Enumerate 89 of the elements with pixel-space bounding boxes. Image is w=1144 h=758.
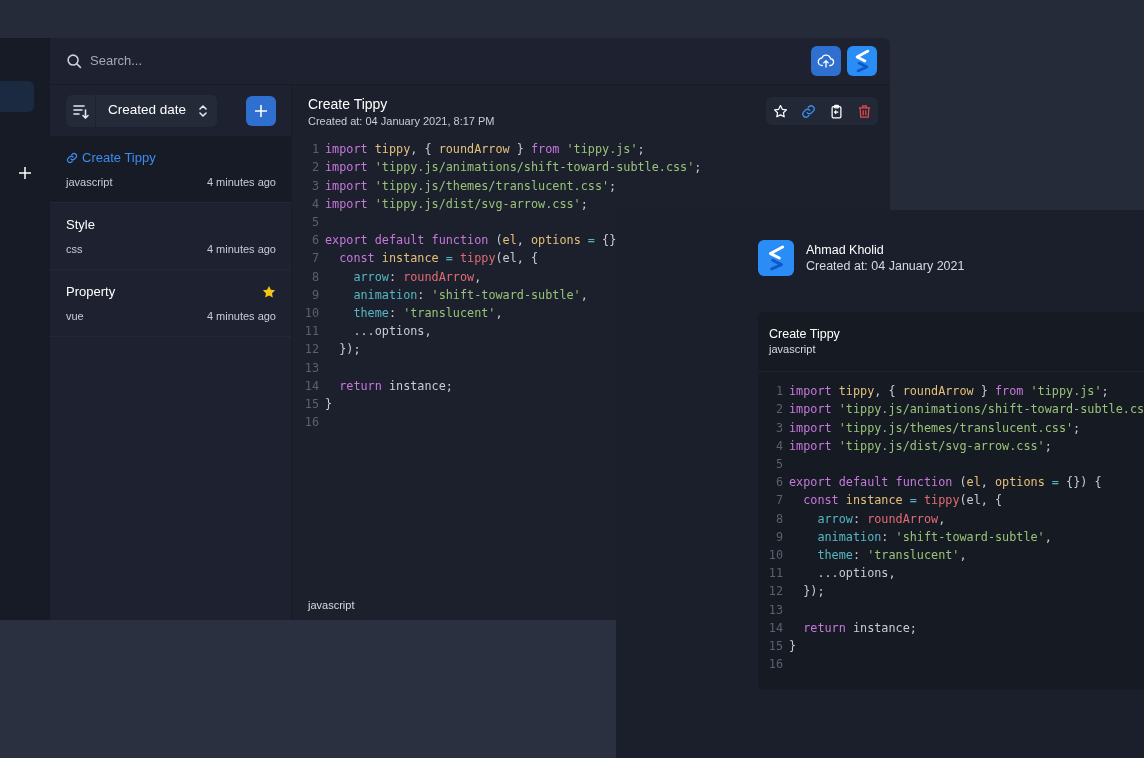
sort-descending-icon	[72, 102, 89, 119]
code-line: import tippy, { roundArrow } from 'tippy.js';	[789, 383, 1109, 401]
created-date: Created at: 04 January 2021	[806, 257, 965, 275]
clipboard-icon	[828, 103, 844, 119]
line-number: 9	[310, 286, 319, 304]
cloud-upload-icon	[817, 52, 835, 70]
line-number: 2	[774, 401, 783, 419]
code-line: arrow: roundArrow,	[816, 510, 946, 528]
line-number: 15	[304, 395, 319, 413]
author-name: Ahmad Kholid	[806, 241, 885, 258]
plus-icon	[19, 167, 31, 179]
line-number: 14	[768, 619, 783, 637]
star-icon	[772, 103, 788, 119]
line-number: 2	[310, 159, 319, 177]
code-line: ...options,	[352, 323, 432, 341]
line-number: 16	[304, 414, 319, 432]
line-number: 13	[304, 359, 319, 377]
line-number: 11	[304, 323, 319, 341]
code-line: theme: 'translucent',	[816, 546, 967, 564]
line-number: 1	[774, 383, 783, 401]
line-number: 8	[310, 268, 319, 286]
add-snippet-button[interactable]	[246, 95, 276, 126]
line-number: 1	[310, 141, 319, 159]
line-number: 6	[774, 474, 783, 492]
code-line: export default function (el, options = {}) {	[789, 474, 1102, 492]
app-logo-button[interactable]	[847, 46, 877, 76]
code-line: const instance = tippy(el, {	[338, 250, 539, 268]
line-number: 12	[768, 583, 783, 601]
time-label: 4 minutes ago	[206, 308, 276, 323]
code-line: ...options,	[816, 565, 896, 583]
line-number: 3	[310, 177, 319, 195]
line-number: 10	[768, 546, 783, 564]
time-label: 4 minutes ago	[206, 241, 276, 256]
language-label: javascript	[769, 342, 817, 356]
snippet-list-item[interactable]: Create Tippy javascript 4 minutes ago	[50, 136, 291, 203]
line-number: 9	[774, 528, 783, 546]
line-number: 4	[774, 437, 783, 455]
code-line: import 'tippy.js/themes/translucent.css';	[789, 419, 1081, 437]
language-label: javascript	[308, 597, 355, 613]
line-number: 16	[768, 656, 783, 674]
line-number: 8	[774, 510, 783, 528]
upload-button[interactable]	[811, 46, 841, 76]
line-number: 14	[304, 377, 319, 395]
line-number: 4	[310, 195, 319, 213]
code-line: const instance = tippy(el, {	[802, 492, 1003, 510]
created-date: Created at: 04 January 2021, 8:17 PM	[308, 114, 495, 129]
trash-icon	[856, 103, 872, 119]
code-line: animation: 'shift-toward-subtle',	[352, 286, 588, 304]
search-icon	[66, 52, 83, 70]
link-icon	[800, 103, 816, 119]
snippet-title: Style	[66, 216, 96, 233]
updown-caret-icon	[199, 103, 207, 118]
snippet-title: Create Tippy	[82, 149, 157, 166]
code-line: return instance;	[338, 377, 453, 395]
line-number: 11	[768, 565, 783, 583]
line-number: 15	[768, 637, 783, 655]
line-number: 7	[774, 492, 783, 510]
language-label: css	[66, 241, 84, 256]
language-label: javascript	[66, 174, 114, 189]
code-line: import 'tippy.js/dist/svg-arrow.css';	[325, 195, 588, 213]
line-number: 5	[774, 456, 783, 473]
code-line: animation: 'shift-toward-subtle',	[816, 528, 1052, 546]
time-label: 4 minutes ago	[206, 174, 276, 189]
snippet-title: Property	[66, 283, 117, 300]
line-number: 12	[304, 341, 319, 359]
code-line: });	[802, 583, 825, 601]
code-line: }	[789, 637, 797, 655]
code-line: import 'tippy.js/themes/translucent.css';	[325, 177, 617, 195]
snippet-title: Create Tippy	[308, 95, 389, 113]
line-number: 3	[774, 419, 783, 437]
code-line: export default function (el, options = {}	[325, 232, 617, 250]
line-number: 10	[304, 304, 319, 322]
code-line: import 'tippy.js/animations/shift-toward-subtle.cs	[789, 401, 1144, 419]
code-line: import 'tippy.js/dist/svg-arrow.css';	[789, 437, 1052, 455]
line-number: 13	[768, 601, 783, 619]
line-number: 6	[310, 232, 319, 250]
code-line: return instance;	[802, 619, 917, 637]
code-line: arrow: roundArrow,	[352, 268, 482, 286]
snippet-title: Create Tippy	[769, 326, 841, 342]
search-field[interactable]: Search...	[90, 51, 290, 71]
code-line: theme: 'translucent',	[352, 304, 503, 322]
code-line: });	[338, 341, 361, 359]
language-label: vue	[66, 308, 85, 323]
code-line: import tippy, { roundArrow } from 'tippy.js';	[325, 141, 645, 159]
line-number: 5	[310, 214, 319, 231]
line-number: 7	[310, 250, 319, 268]
code-line: }	[325, 395, 333, 413]
code-line: import 'tippy.js/animations/shift-toward-subtle.css';	[325, 159, 702, 177]
plus-icon	[254, 103, 268, 118]
